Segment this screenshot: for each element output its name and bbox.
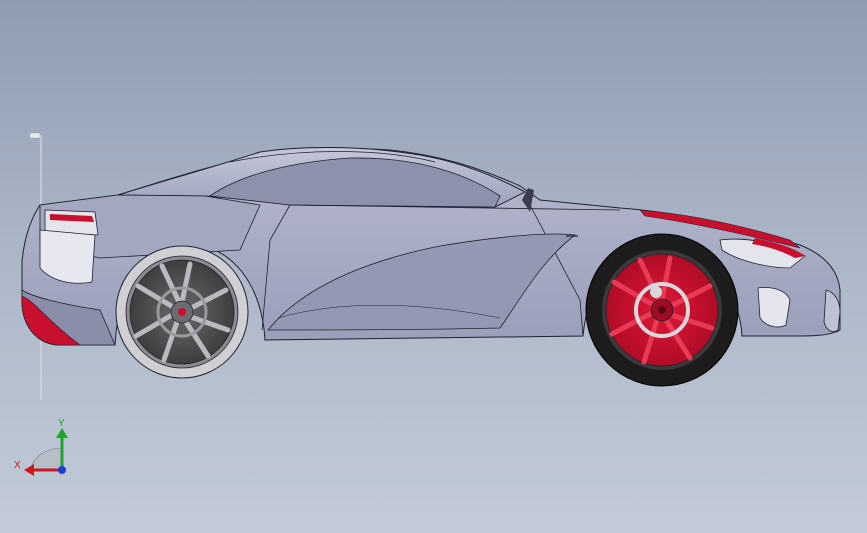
front-intake — [757, 287, 791, 328]
triad-plane — [29, 447, 63, 471]
rear-bumper-light — [39, 229, 96, 284]
front-caliper — [650, 286, 662, 298]
rear-wheel[interactable] — [115, 245, 249, 379]
z-axis-dot — [58, 466, 66, 474]
front-wheel[interactable] — [585, 233, 739, 387]
rear-hub-center — [178, 308, 186, 316]
reference-marker — [29, 132, 41, 139]
x-axis-arrow — [24, 464, 34, 476]
3d-viewport[interactable]: Y X — [0, 0, 867, 533]
x-axis-label: X — [14, 460, 21, 471]
y-axis-label: Y — [58, 418, 65, 429]
car-model-svg[interactable]: Y X — [0, 0, 867, 533]
y-axis-arrow — [56, 428, 68, 438]
front-hub-center — [658, 306, 666, 314]
coordinate-triad[interactable]: Y X — [14, 418, 68, 476]
